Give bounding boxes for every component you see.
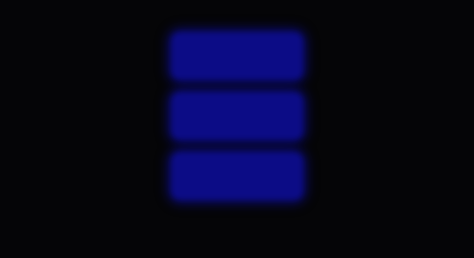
menu-button-3[interactable] [171, 152, 303, 200]
blurred-menu [171, 32, 303, 204]
menu-button-1[interactable] [171, 32, 303, 80]
menu-button-2[interactable] [171, 92, 303, 140]
